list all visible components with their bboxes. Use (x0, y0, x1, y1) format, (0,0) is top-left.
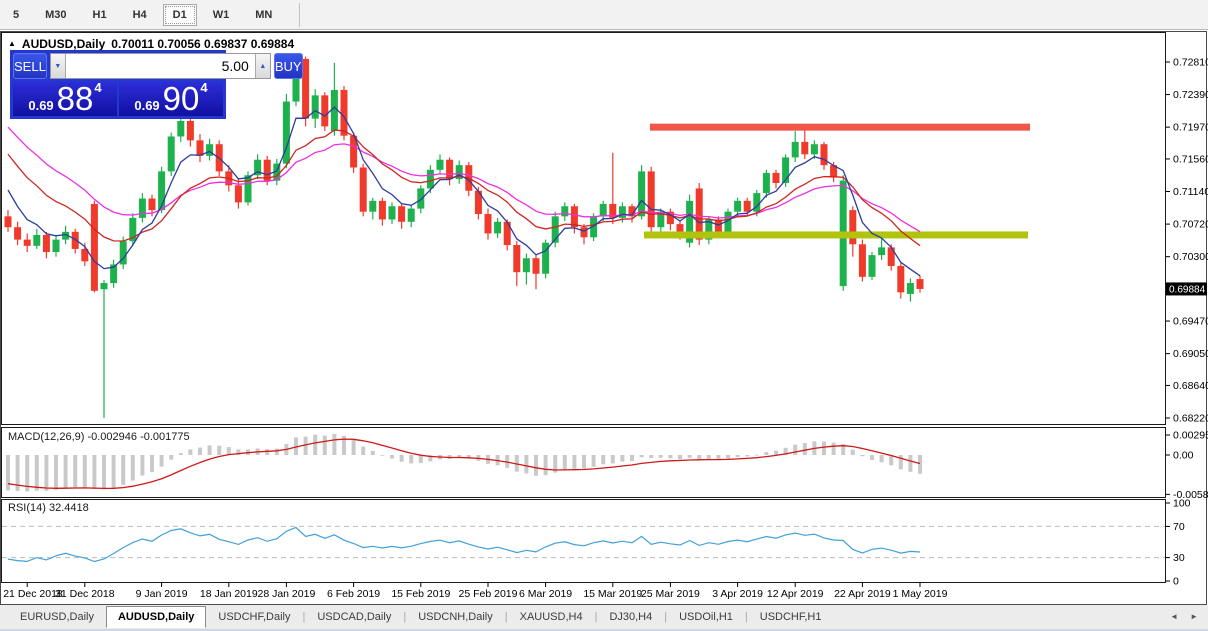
symbol-tab-USDOil-H1[interactable]: USDOil,H1 (667, 607, 745, 627)
macd-indicator-label: MACD(12,26,9) -0.002946 -0.001775 (8, 431, 190, 443)
chart-ohlc-values: 0.70011 0.70056 0.69837 0.69884 (111, 37, 295, 51)
buy-button[interactable]: BUY (273, 53, 303, 79)
symbol-tabbar: EURUSD,Daily AUDUSD,Daily USDCHF,Daily | USD… (0, 605, 1208, 631)
timeframe-button-D1[interactable]: D1 (162, 3, 197, 26)
mt4-window: 5 M30 H1 H4 D1 W1 MN 0.72810 0.72390 0.71970 0.71… (0, 0, 1208, 631)
timeframe-button-H1[interactable]: H1 (83, 5, 117, 25)
timeframe-button-H4[interactable]: H4 (123, 5, 157, 25)
chart-symbol-label: AUDUSD,Daily (21, 37, 106, 51)
toolbar-separator (299, 2, 301, 27)
timeframe-button-M30[interactable]: M30 (35, 5, 76, 25)
symbol-tab-AUDUSD-Daily[interactable]: AUDUSD,Daily (105, 606, 207, 628)
symbol-tab-USDCNH-Daily[interactable]: USDCNH,Daily (406, 607, 505, 627)
volume-decrease-button[interactable]: ▼ (50, 54, 66, 78)
symbol-tab-EURUSD-Daily[interactable]: EURUSD,Daily (8, 607, 106, 627)
symbol-tab-USDCHF-Daily[interactable]: USDCHF,Daily (206, 607, 302, 627)
timeframe-button-W1[interactable]: W1 (203, 5, 240, 25)
sell-button[interactable]: SELL (13, 53, 47, 79)
volume-input[interactable] (65, 54, 255, 78)
chart-collapse-icon[interactable]: ▲ (8, 40, 16, 48)
timeframe-toolbar: 5 M30 H1 H4 D1 W1 MN (0, 0, 1208, 30)
timeframe-button-MN[interactable]: MN (245, 5, 282, 25)
tab-scroll-controls: ◄ ► (1170, 612, 1198, 621)
chart-title: ▲ AUDUSD,Daily 0.70011 0.70056 0.69837 0… (8, 37, 294, 51)
buy-price-pipette: 4 (200, 80, 208, 95)
trade-panel: SELL ▼ ▲ BUY 0.69884 0.69904 (10, 50, 303, 119)
scroll-right-button[interactable]: ► (1190, 612, 1198, 621)
volume-increase-button[interactable]: ▲ (254, 54, 270, 78)
buy-price-big-digits: 90 (162, 79, 200, 117)
symbol-tab-USDCAD-Daily[interactable]: USDCAD,Daily (305, 607, 403, 627)
symbol-tab-XAUUSD-H4[interactable]: XAUUSD,H4 (508, 607, 595, 627)
symbol-tab-USDCHF-H1[interactable]: USDCHF,H1 (748, 607, 834, 627)
scroll-left-button[interactable]: ◄ (1170, 612, 1178, 621)
sell-price-pipette: 4 (94, 80, 102, 95)
rsi-indicator-label: RSI(14) 32.4418 (8, 502, 89, 514)
sell-price-big-digits: 88 (56, 79, 94, 117)
buy-price-prefix: 0.69 (134, 98, 160, 113)
symbol-tab-DJ30-H4[interactable]: DJ30,H4 (597, 607, 664, 627)
timeframe-button-5[interactable]: 5 (3, 5, 29, 25)
buy-price-box[interactable]: 0.69 90 4 (119, 79, 223, 117)
sell-price-box[interactable]: 0.69 88 4 (13, 79, 117, 117)
sell-price-prefix: 0.69 (28, 98, 54, 113)
volume-stepper: ▼ ▲ (49, 53, 271, 79)
